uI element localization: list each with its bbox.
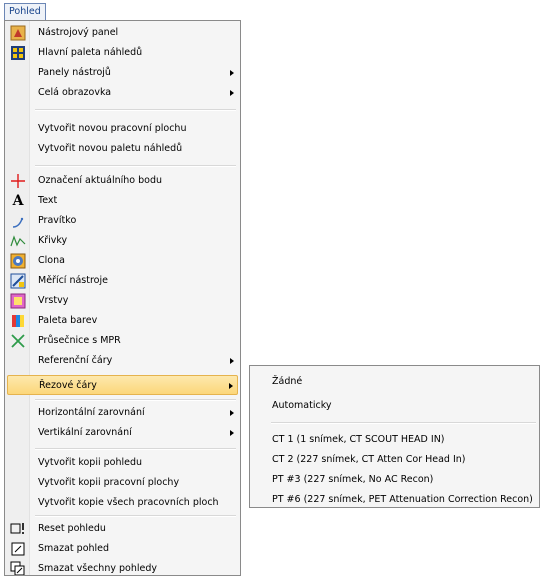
menu-item-merici-nastroje[interactable]: Měřící nástroje xyxy=(7,271,238,291)
menu-item-horizontalni[interactable]: Horizontální zarovnání xyxy=(7,403,238,423)
submenu-item-pt6[interactable]: PT #6 (227 snímek, PET Attenuation Corre… xyxy=(269,490,537,507)
submenu-item-label: PT #3 (227 snímek, No AC Recon) xyxy=(272,474,434,485)
ruler-icon xyxy=(10,213,26,229)
rezove-cary-submenu: ✓ Žádné Automaticky CT 1 (1 snímek, CT S… xyxy=(268,365,540,508)
menu-item-label: Označení aktuálního bodu xyxy=(38,175,162,186)
intersection-icon xyxy=(10,333,26,349)
menu-item-clona[interactable]: Clona xyxy=(7,251,238,271)
menu-item-label: Vytvořit novou pracovní plochu xyxy=(38,123,187,134)
menu-separator xyxy=(35,109,236,111)
menu-item-label: Křivky xyxy=(38,235,68,246)
menu-item-kopie-vsech[interactable]: Vytvořit kopie všech pracovních ploch xyxy=(7,493,238,513)
thumbnail-palette-icon xyxy=(10,45,26,61)
menu-item-label: Vytvořit kopii pohledu xyxy=(38,457,143,468)
menu-item-label: Pravítko xyxy=(38,215,77,226)
menu-item-label: Vytvořit kopii pracovní plochy xyxy=(38,477,180,488)
menu-item-kopie-pohledu[interactable]: Vytvořit kopii pohledu xyxy=(7,453,238,473)
menu-separator xyxy=(35,448,236,450)
menu-item-label: Paleta barev xyxy=(38,315,98,326)
submenu-arrow-icon xyxy=(230,358,234,364)
submenu-item-label: Žádné xyxy=(272,376,303,387)
menu-item-label: Horizontální zarovnání xyxy=(38,407,145,418)
menu-item-label: Smazat pohled xyxy=(38,543,110,554)
layers-icon xyxy=(10,293,26,309)
menu-item-label: Řezové čáry xyxy=(39,380,97,391)
menu-item-krivky[interactable]: Křivky xyxy=(7,231,238,251)
menu-item-reset[interactable]: Reset pohledu xyxy=(7,519,238,539)
menu-item-label: Clona xyxy=(38,255,65,266)
menu-item-oznaceni-bodu[interactable]: Označení aktuálního bodu xyxy=(7,171,238,191)
menu-item-smazat[interactable]: Smazat pohled xyxy=(7,539,238,559)
color-palette-icon xyxy=(10,313,26,329)
submenu-item-automaticky[interactable]: Automaticky xyxy=(269,396,537,416)
menu-item-vytvorit-paletu[interactable]: Vytvořit novou paletu náhledů xyxy=(7,139,238,159)
submenu-check-column xyxy=(249,365,269,508)
text-icon: A xyxy=(12,193,24,209)
menu-item-label: Smazat všechny pohledy xyxy=(38,563,157,574)
menu-item-label: Vertikální zarovnání xyxy=(38,427,132,438)
menu-item-text[interactable]: A Text xyxy=(7,191,238,211)
menu-item-label: Text xyxy=(38,195,58,206)
menu-item-vrstvy[interactable]: Vrstvy xyxy=(7,291,238,311)
reset-view-icon xyxy=(10,521,26,537)
menu-item-label: Reset pohledu xyxy=(38,523,106,534)
menu-pohled[interactable]: Pohled xyxy=(4,3,46,20)
menu-item-kopie-plochy[interactable]: Vytvořit kopii pracovní plochy xyxy=(7,473,238,493)
menu-separator xyxy=(35,515,236,517)
submenu-arrow-icon xyxy=(229,383,233,389)
menu-item-nastrojovy-panel[interactable]: Nástrojový panel xyxy=(7,23,238,43)
menu-item-label: Hlavní paleta náhledů xyxy=(38,47,143,58)
menu-item-label: Vrstvy xyxy=(38,295,69,306)
submenu-item-label: Automaticky xyxy=(272,400,332,411)
menu-item-paleta-barev[interactable]: Paleta barev xyxy=(7,311,238,331)
menu-item-label: Nástrojový panel xyxy=(38,27,119,38)
delete-all-views-icon xyxy=(10,561,26,575)
aperture-icon xyxy=(10,253,26,269)
menu-item-referencni-cary[interactable]: Referenční čáry xyxy=(7,351,238,371)
menu-item-prusecnice[interactable]: Průsečnice s MPR xyxy=(7,331,238,351)
submenu-arrow-icon xyxy=(230,70,234,76)
submenu-arrow-icon xyxy=(230,410,234,416)
toolbar-icon xyxy=(10,25,26,41)
menu-separator xyxy=(35,165,236,167)
submenu-arrow-icon xyxy=(230,430,234,436)
menu-item-cela-obrazovka[interactable]: Celá obrazovka xyxy=(7,83,238,103)
menu-item-label: Vytvořit kopie všech pracovních ploch xyxy=(38,497,219,508)
submenu-item-ct2[interactable]: CT 2 (227 snímek, CT Atten Cor Head In) xyxy=(269,450,537,470)
submenu-separator xyxy=(271,422,536,424)
menu-item-label: Referenční čáry xyxy=(38,355,113,366)
menu-item-hlavni-paleta[interactable]: Hlavní paleta náhledů xyxy=(7,43,238,63)
submenu-item-label: CT 1 (1 snímek, CT SCOUT HEAD IN) xyxy=(272,434,445,445)
delete-view-icon xyxy=(10,541,26,557)
menu-item-vertikalni[interactable]: Vertikální zarovnání xyxy=(7,423,238,443)
measure-tools-icon xyxy=(10,273,26,289)
menu-item-label: Panely nástrojů xyxy=(38,67,111,78)
menu-item-panely-nastroju[interactable]: Panely nástrojů xyxy=(7,63,238,83)
submenu-item-label: PT #6 (227 snímek, PET Attenuation Corre… xyxy=(272,494,533,505)
menu-item-rezove-cary[interactable]: Řezové čáry xyxy=(7,375,238,395)
pohled-menu: Nástrojový panel Hlavní paleta náhledů P… xyxy=(4,20,241,576)
curves-icon xyxy=(10,233,26,249)
menu-item-label: Celá obrazovka xyxy=(38,87,112,98)
submenu-item-ct1[interactable]: CT 1 (1 snímek, CT SCOUT HEAD IN) xyxy=(269,430,537,450)
submenu-item-label: CT 2 (227 snímek, CT Atten Cor Head In) xyxy=(272,454,466,465)
menu-item-pravitko[interactable]: Pravítko xyxy=(7,211,238,231)
menu-item-label: Průsečnice s MPR xyxy=(38,335,121,346)
menu-item-smazat-vsechny[interactable]: Smazat všechny pohledy xyxy=(7,559,238,575)
menu-bar: Pohled xyxy=(0,0,540,21)
submenu-item-pt3[interactable]: PT #3 (227 snímek, No AC Recon) xyxy=(269,470,537,490)
menu-separator xyxy=(35,399,236,401)
menu-item-label: Vytvořit novou paletu náhledů xyxy=(38,143,183,154)
menu-item-vytvorit-plochu[interactable]: Vytvořit novou pracovní plochu xyxy=(7,119,238,139)
submenu-item-zadne[interactable]: ✓ Žádné xyxy=(269,372,537,392)
submenu-arrow-icon xyxy=(230,90,234,96)
menu-item-label: Měřící nástroje xyxy=(38,275,108,286)
crosshair-icon xyxy=(10,173,26,189)
